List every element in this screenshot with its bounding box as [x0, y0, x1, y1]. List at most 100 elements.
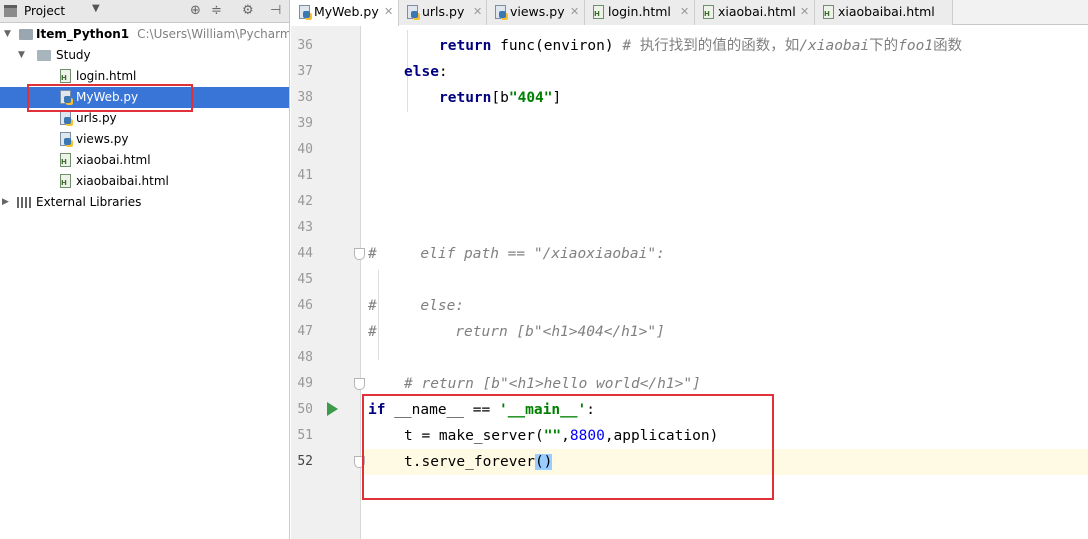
highlight-box	[362, 394, 774, 500]
project-path: C:\Users\William\PycharmPr	[137, 27, 290, 41]
folder-icon	[37, 50, 51, 61]
tab-label: xiaobai.html	[718, 4, 796, 19]
line-number: 39	[297, 116, 313, 131]
string-literal: "404"	[508, 90, 553, 106]
code-line-36: return func(environ) # 执行找到的值的函数，如/xiaob…	[439, 33, 962, 59]
highlight-box	[27, 84, 193, 112]
chevron-down-icon[interactable]: ▼	[92, 3, 100, 14]
tab-label: urls.py	[422, 4, 465, 19]
tree-item-xiaobai-html[interactable]: xiaobai.html	[0, 150, 289, 171]
code-line-38: return[b"404"]	[439, 85, 561, 111]
close-icon[interactable]: ✕	[800, 0, 809, 24]
line-number: 46	[297, 298, 313, 313]
tree-item-label: Study	[56, 48, 91, 62]
line-number-gutter: 36 37 38 39 40 41 42 43 44 45 46 47 48 4…	[291, 26, 365, 539]
tree-item-views-py[interactable]: views.py	[0, 129, 289, 150]
tab-xiaobaibai-html[interactable]: xiaobaibai.html	[815, 0, 953, 25]
hide-panel-icon[interactable]: ⊣	[270, 3, 281, 18]
line-number: 41	[297, 168, 313, 183]
project-panel-header: Project ▼ ⊕ ≑ ⚙ ⊣	[0, 0, 289, 23]
code-text: ]	[552, 90, 562, 106]
line-number: 50	[297, 402, 313, 417]
tab-urls-py[interactable]: urls.py ✕	[399, 0, 487, 25]
keyword: return	[439, 38, 492, 54]
locate-icon[interactable]: ⊕	[190, 3, 201, 18]
close-icon[interactable]: ✕	[473, 0, 482, 24]
code-editor[interactable]: MyWeb.py ✕ urls.py ✕ views.py ✕ login.ht…	[291, 0, 1088, 539]
code-text: :	[438, 64, 448, 80]
close-icon[interactable]: ✕	[384, 0, 393, 24]
line-number: 38	[297, 90, 313, 105]
chevron-right-icon[interactable]: ▶	[2, 192, 9, 213]
tab-myweb-py[interactable]: MyWeb.py ✕	[291, 0, 399, 26]
python-file-icon	[60, 111, 71, 125]
comment: /xiaobai	[799, 38, 870, 54]
comment: # return [b"<h1>404</h1>"]	[368, 324, 665, 340]
tree-item-label: Item_Python1	[36, 27, 130, 41]
tab-label: MyWeb.py	[314, 4, 379, 19]
tree-item-label: views.py	[76, 132, 129, 146]
line-number: 43	[297, 220, 313, 235]
folder-icon	[19, 29, 33, 40]
python-file-icon	[495, 5, 506, 19]
gear-icon[interactable]: ⚙	[242, 3, 254, 18]
tab-views-py[interactable]: views.py ✕	[487, 0, 585, 25]
project-panel-title[interactable]: Project	[24, 4, 65, 18]
line-number: 51	[297, 428, 313, 443]
editor-tab-bar: MyWeb.py ✕ urls.py ✕ views.py ✕ login.ht…	[291, 0, 1088, 26]
tree-item-external-libraries[interactable]: ▶ External Libraries	[0, 192, 289, 213]
comment: 执行找到的值的函数，如	[639, 38, 800, 54]
project-icon	[4, 5, 17, 17]
code-text: [b	[491, 90, 509, 106]
tree-item-study[interactable]: ▼ Study	[0, 45, 289, 66]
python-file-icon	[299, 5, 310, 19]
line-number: 36	[297, 38, 313, 53]
line-number: 47	[297, 324, 313, 339]
tree-item-xiaobaibai-html[interactable]: xiaobaibai.html	[0, 171, 289, 192]
comment: #	[622, 38, 640, 54]
tree-item-label: xiaobai.html	[76, 153, 151, 167]
python-file-icon	[60, 132, 71, 146]
line-number: 45	[297, 272, 313, 287]
close-icon[interactable]: ✕	[570, 0, 579, 24]
tab-login-html[interactable]: login.html ✕	[585, 0, 695, 25]
tab-label: xiaobaibai.html	[838, 4, 935, 19]
code-line-47: # return [b"<h1>404</h1>"]	[368, 319, 665, 345]
keyword: return	[439, 90, 492, 106]
comment: foo1	[898, 38, 934, 54]
line-number: 37	[297, 64, 313, 79]
tab-xiaobai-html[interactable]: xiaobai.html ✕	[695, 0, 815, 25]
html-file-icon	[60, 69, 71, 83]
tree-item-label: External Libraries	[36, 195, 142, 209]
comment: 下的	[869, 38, 899, 54]
tab-label: login.html	[608, 4, 671, 19]
line-number: 52	[297, 454, 313, 469]
comment: # return [b"<h1>hello world</h1>"]	[404, 376, 701, 392]
code-line-44: # elif path == "/xiaoxiaobai":	[368, 241, 665, 267]
python-file-icon	[407, 5, 418, 19]
close-icon[interactable]: ✕	[680, 0, 689, 24]
line-number: 48	[297, 350, 313, 365]
html-file-icon	[60, 174, 71, 188]
code-line-46: # else:	[368, 293, 464, 319]
code-line-37: else:	[404, 59, 448, 85]
html-file-icon	[823, 5, 834, 19]
tree-item-item-python1[interactable]: ▼ Item_Python1 C:\Users\William\PycharmPr	[0, 24, 290, 45]
collapse-all-icon[interactable]: ≑	[211, 3, 222, 18]
html-file-icon	[593, 5, 604, 19]
chevron-down-icon[interactable]: ▼	[18, 45, 25, 66]
fold-icon[interactable]	[354, 378, 365, 390]
chevron-down-icon[interactable]: ▼	[4, 24, 11, 45]
line-number: 44	[297, 246, 313, 261]
fold-icon[interactable]	[354, 248, 365, 260]
comment: # else:	[368, 298, 465, 314]
tree-item-label: xiaobaibai.html	[76, 174, 169, 188]
libraries-icon	[17, 197, 31, 208]
code-text: func(environ)	[491, 38, 623, 54]
project-panel: Project ▼ ⊕ ≑ ⚙ ⊣ ▼ Item_Python1 C:\Users…	[0, 0, 290, 539]
tab-label: views.py	[510, 4, 565, 19]
run-icon[interactable]	[327, 402, 338, 416]
html-file-icon	[60, 153, 71, 167]
html-file-icon	[703, 5, 714, 19]
line-number: 42	[297, 194, 313, 209]
